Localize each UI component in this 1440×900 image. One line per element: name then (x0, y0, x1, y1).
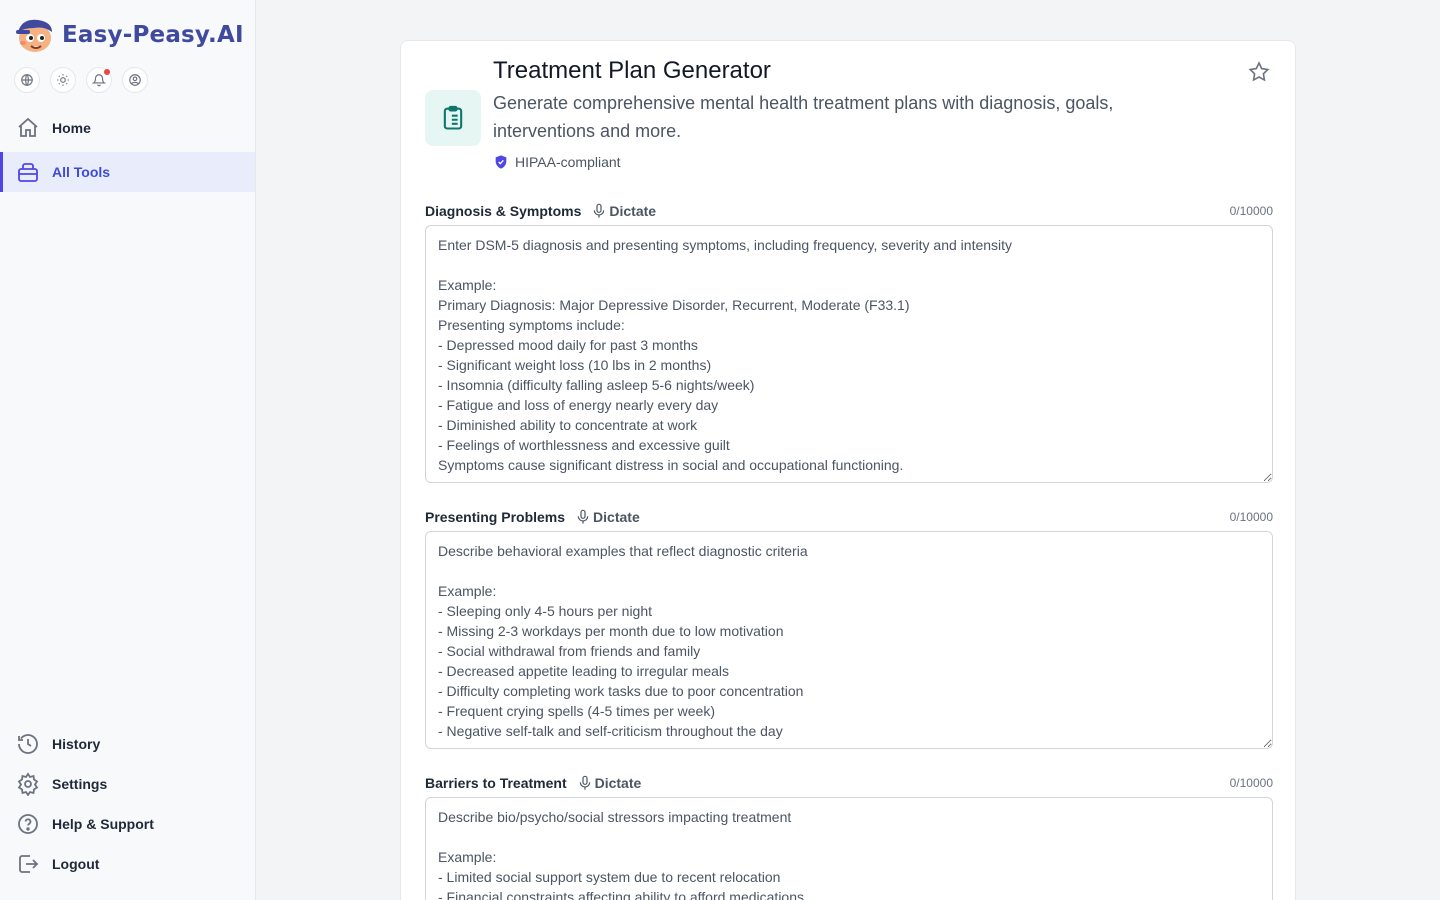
tool-card: Treatment Plan Generator Generate compre… (400, 40, 1296, 900)
microphone-icon (594, 203, 605, 218)
globe-icon (21, 74, 33, 86)
microphone-icon (577, 509, 589, 524)
bell-icon (92, 74, 106, 87)
gear-icon (17, 772, 39, 796)
logout-icon (19, 855, 39, 873)
dictate-button[interactable]: Dictate (591, 202, 656, 220)
notifications-button[interactable] (86, 67, 112, 93)
sidebar: Easy-Peasy.AI Home All Tools History Set… (0, 0, 256, 900)
tools-icon (18, 163, 38, 182)
sidebar-item-label: Settings (52, 776, 108, 792)
theme-toggle-button[interactable] (50, 67, 76, 93)
help-icon (18, 814, 38, 834)
character-counter: 0/10000 (1229, 510, 1273, 524)
mascot-logo-icon (16, 19, 52, 52)
field-label: Presenting Problems (425, 509, 566, 525)
tool-icon-tile (425, 90, 481, 146)
dictate-label: Dictate (594, 775, 642, 791)
field-label: Diagnosis & Symptoms (425, 203, 582, 219)
sidebar-item-help[interactable]: Help & Support (0, 804, 255, 844)
language-button[interactable] (14, 67, 40, 93)
dictate-label: Dictate (593, 509, 640, 525)
diagnosis-symptoms-textarea[interactable] (425, 225, 1273, 483)
sun-icon (57, 74, 69, 86)
page-title: Treatment Plan Generator (493, 57, 771, 84)
dictate-button[interactable]: Dictate (577, 774, 642, 792)
sidebar-item-history[interactable]: History (0, 724, 255, 764)
sidebar-item-home[interactable]: Home (0, 108, 255, 148)
presenting-problems-field-header: Presenting Problems Dictate 0/10000 (425, 507, 1273, 527)
hipaa-label: HIPAA-compliant (515, 154, 621, 170)
sidebar-item-label: History (52, 736, 101, 752)
app-logo[interactable]: Easy-Peasy.AI (14, 16, 244, 54)
home-icon (18, 117, 38, 137)
clipboard-list-icon (443, 105, 463, 130)
hipaa-badge: HIPAA-compliant (493, 154, 621, 170)
diagnosis-field-header: Diagnosis & Symptoms Dictate 0/10000 (425, 201, 1273, 221)
sidebar-item-all-tools[interactable]: All Tools (0, 152, 255, 192)
sidebar-item-logout[interactable]: Logout (0, 844, 255, 884)
character-counter: 0/10000 (1229, 776, 1273, 790)
history-icon (18, 734, 38, 754)
quick-actions (14, 67, 148, 93)
account-button[interactable] (122, 67, 148, 93)
sidebar-item-label: Help & Support (52, 816, 154, 832)
sidebar-item-label: All Tools (52, 164, 111, 180)
dictate-button[interactable]: Dictate (575, 508, 640, 526)
shield-check-icon (495, 155, 507, 169)
presenting-problems-textarea[interactable] (425, 531, 1273, 749)
sidebar-item-label: Logout (52, 856, 100, 872)
sidebar-item-settings[interactable]: Settings (0, 764, 255, 804)
tool-description: Generate comprehensive mental health tre… (493, 93, 1114, 141)
notification-dot (104, 69, 110, 75)
microphone-icon (579, 775, 590, 790)
barriers-field-header: Barriers to Treatment Dictate 0/10000 (425, 773, 1273, 793)
character-counter: 0/10000 (1229, 204, 1273, 218)
barriers-treatment-textarea[interactable] (425, 797, 1273, 900)
dictate-label: Dictate (609, 203, 657, 219)
field-label: Barriers to Treatment (425, 775, 567, 791)
app-name: Easy-Peasy.AI (62, 22, 244, 48)
user-circle-icon (129, 74, 141, 86)
sidebar-item-label: Home (52, 120, 91, 136)
star-icon[interactable] (1247, 60, 1271, 84)
